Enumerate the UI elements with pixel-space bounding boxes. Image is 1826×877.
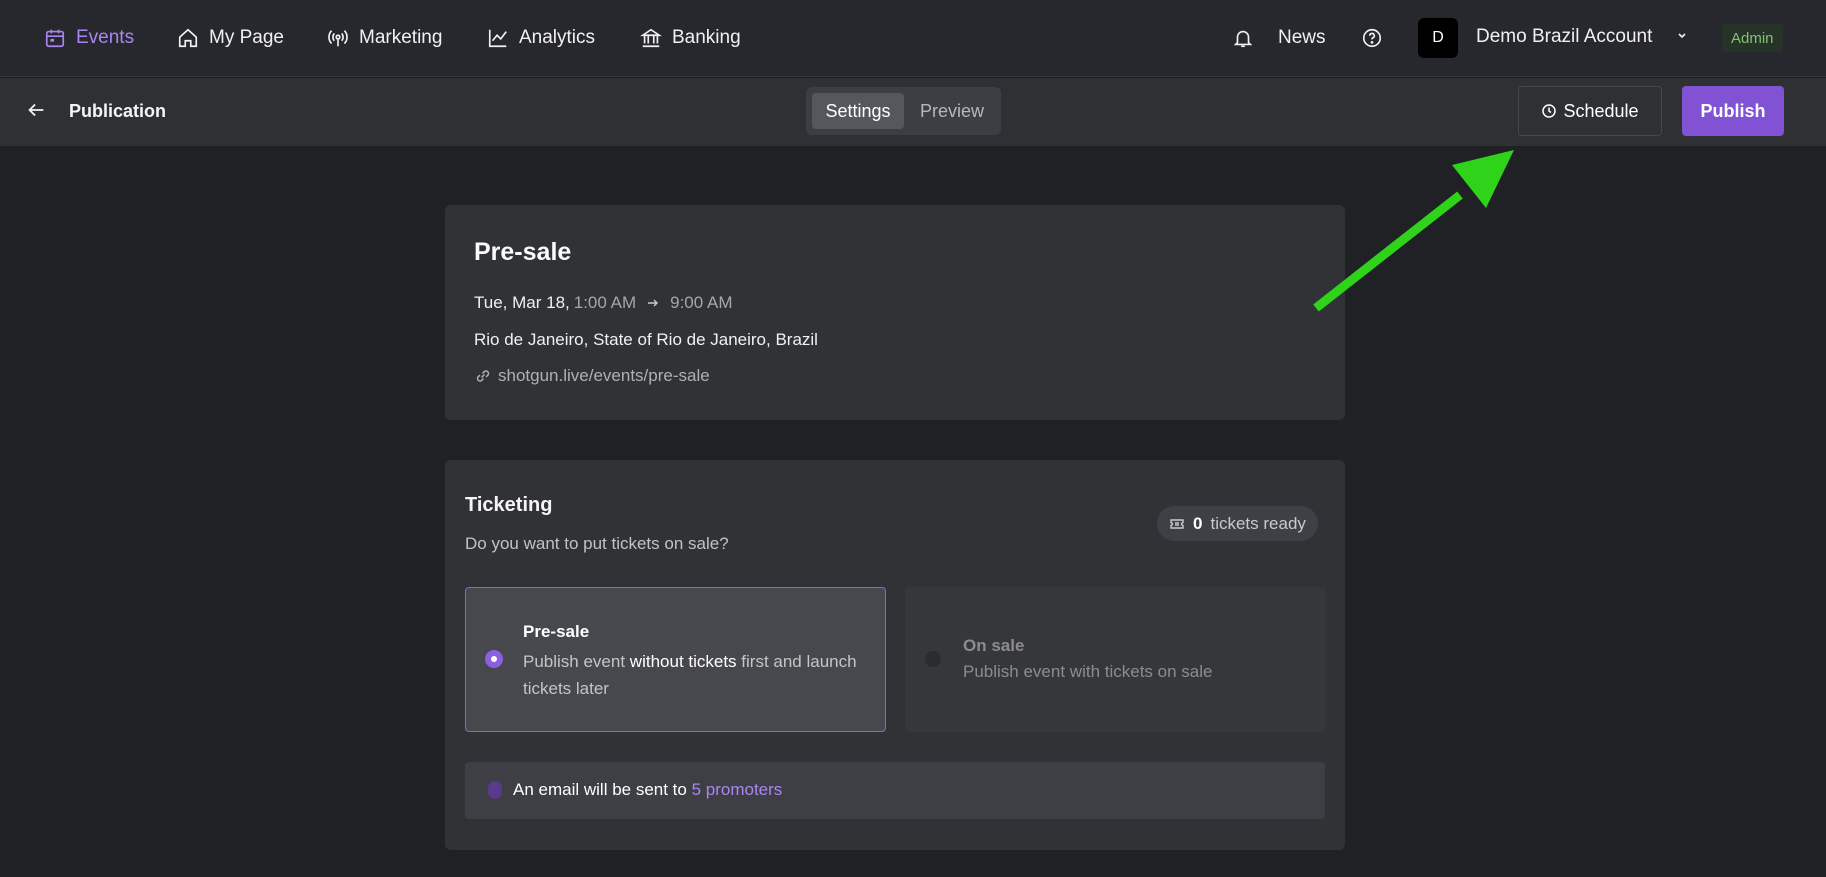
- back-arrow-icon[interactable]: [25, 99, 47, 121]
- news-button[interactable]: News: [1232, 24, 1326, 52]
- arrow-right-icon: [648, 299, 659, 307]
- tab-settings[interactable]: Settings: [812, 93, 904, 129]
- option-pre-sale-desc: Publish event without tickets first and …: [523, 652, 857, 698]
- radio-pre-sale[interactable]: [485, 650, 503, 668]
- tab-preview[interactable]: Preview: [908, 93, 996, 129]
- event-end-time: 9:00 AM: [670, 293, 733, 312]
- nav-label-my-page: My Page: [209, 27, 284, 48]
- event-link-text: shotgun.live/events/pre-sale: [498, 366, 710, 385]
- event-link[interactable]: shotgun.live/events/pre-sale: [474, 366, 710, 386]
- line-chart-icon: [488, 29, 507, 48]
- news-label: News: [1278, 27, 1326, 48]
- home-icon: [178, 28, 198, 48]
- option-on-sale[interactable]: [905, 587, 1326, 732]
- nav-label-analytics: Analytics: [519, 27, 596, 48]
- notice-indicator: [488, 781, 502, 799]
- nav-label-marketing: Marketing: [359, 27, 443, 48]
- page-title: Publication: [69, 101, 167, 121]
- chevron-down-icon[interactable]: [1674, 28, 1690, 44]
- schedule-label: Schedule: [1563, 100, 1639, 121]
- nav-item-my-page[interactable]: My Page: [177, 24, 284, 52]
- notice-text: An email will be sent to 5 promoters: [513, 780, 783, 799]
- role-badge: Admin: [1722, 24, 1783, 52]
- avatar[interactable]: D: [1418, 18, 1458, 58]
- event-date-day: Tue, Mar 18,: [474, 293, 570, 312]
- help-button[interactable]: [1361, 24, 1383, 52]
- avatar-initial: D: [1432, 29, 1444, 46]
- radio-on-sale[interactable]: [925, 651, 941, 667]
- bell-icon: [1233, 30, 1253, 48]
- tickets-label: tickets ready: [1210, 513, 1306, 533]
- ticket-icon: [1170, 518, 1184, 529]
- ticketing-subtitle: Do you want to put tickets on sale?: [465, 534, 729, 553]
- nav-label-banking: Banking: [672, 27, 741, 48]
- nav-item-banking[interactable]: Banking: [640, 24, 741, 52]
- broadcast-icon: [328, 30, 348, 47]
- publish-button[interactable]: Publish: [1682, 86, 1784, 136]
- option-on-sale-desc: Publish event with tickets on sale: [963, 662, 1213, 681]
- event-title: Pre-sale: [474, 238, 572, 266]
- bank-icon: [640, 28, 662, 48]
- tickets-ready-badge: 0 tickets ready: [1157, 506, 1318, 541]
- view-tabs: Settings Preview: [806, 87, 1001, 135]
- clock-icon: [1542, 104, 1557, 118]
- nav-item-marketing[interactable]: Marketing: [327, 24, 442, 52]
- help-icon: [1362, 28, 1382, 48]
- event-start-time: 1:00 AM: [573, 293, 637, 312]
- event-location: Rio de Janeiro, State of Rio de Janeiro,…: [474, 330, 818, 349]
- option-on-sale-title: On sale: [963, 636, 1025, 655]
- promoters-link[interactable]: 5 promoters: [692, 780, 783, 799]
- option-pre-sale-title: Pre-sale: [523, 622, 590, 641]
- link-icon: [476, 370, 490, 382]
- calendar-icon: [45, 29, 65, 48]
- ticketing-title: Ticketing: [465, 494, 553, 516]
- schedule-button[interactable]: Schedule: [1518, 86, 1662, 136]
- nav-label-events: Events: [76, 27, 135, 48]
- account-name[interactable]: Demo Brazil Account: [1476, 26, 1652, 48]
- nav-item-analytics[interactable]: Analytics: [487, 24, 595, 52]
- event-date: Tue, Mar 18, 1:00 AM 9:00 AM: [474, 293, 733, 313]
- nav-item-events[interactable]: Events: [44, 24, 134, 52]
- tickets-count: 0: [1193, 513, 1203, 533]
